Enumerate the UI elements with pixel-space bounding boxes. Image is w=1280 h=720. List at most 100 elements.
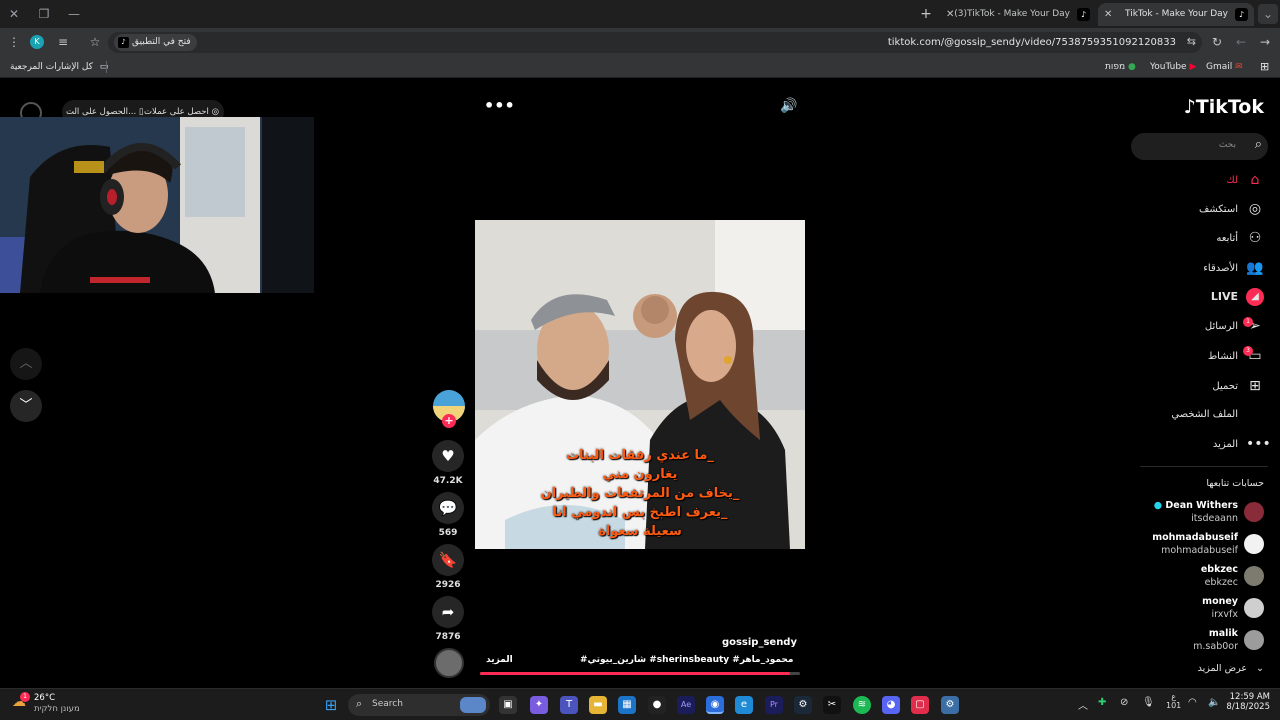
speaker-icon[interactable]: 🔈 xyxy=(1208,697,1220,708)
open-in-app-chip[interactable]: ♪ فتح في التطبيق xyxy=(114,34,197,51)
account-avatar xyxy=(1244,598,1264,618)
upload-icon: ⊞ xyxy=(1249,378,1261,394)
following-account-2[interactable]: mohmadabuseif mohmadabuseif xyxy=(1104,530,1264,560)
bookmark-gmail[interactable]: Gmail ✉ xyxy=(1206,59,1243,75)
file-explorer-icon[interactable]: ▬ xyxy=(589,696,607,714)
friends-icon: 👥 xyxy=(1246,260,1264,276)
taskbar-search-box[interactable]: ⌕ Search xyxy=(348,694,490,716)
youtube-icon: ▶ xyxy=(1189,62,1197,72)
address-bar[interactable]: ♪ فتح في التطبيق tiktok.com/@gossip_send… xyxy=(108,32,1202,53)
forward-icon[interactable]: ← xyxy=(1232,33,1250,51)
bookmark-maps[interactable]: מפות ● xyxy=(1105,59,1136,75)
microphone-icon[interactable]: 🎙 xyxy=(1142,697,1155,708)
premiere-icon[interactable]: Pr xyxy=(765,696,783,714)
github-icon[interactable]: ● xyxy=(648,696,666,714)
video-progress-track[interactable] xyxy=(480,672,800,675)
previous-video-button[interactable]: ︿ xyxy=(10,348,42,380)
store-icon[interactable]: ▦ xyxy=(618,696,636,714)
reading-list-icon[interactable]: ≡ xyxy=(54,33,72,51)
windows-start-icon[interactable]: ⊞ xyxy=(322,696,340,714)
spotify-icon[interactable]: ≋ xyxy=(853,696,871,714)
like-count: 47.2K xyxy=(433,476,463,486)
following-account-4[interactable]: money irxvfx xyxy=(1104,594,1264,624)
comment-action[interactable]: 💬 569 xyxy=(432,492,464,538)
sound-disc-icon[interactable] xyxy=(434,648,464,678)
following-account-5[interactable]: malik m.sab0or xyxy=(1104,626,1264,656)
copilot-icon[interactable]: ✦ xyxy=(530,696,548,714)
profile-avatar[interactable]: K xyxy=(30,35,44,49)
following-account-1[interactable]: ● Dean Withers itsdeaann xyxy=(1104,498,1264,528)
settings-gear-icon[interactable]: ⚙ xyxy=(941,696,959,714)
share-icon[interactable]: ➦ xyxy=(432,596,464,628)
language-indicator[interactable]: ع 101 xyxy=(1166,692,1181,710)
reload-icon[interactable]: ↻ xyxy=(1208,33,1226,51)
heart-icon[interactable]: ♥ xyxy=(432,440,464,472)
close-tab-icon[interactable]: ✕ xyxy=(1104,3,1112,26)
tab-tiktok-2[interactable]: ✕ TikTok - Make Your Day ♪ xyxy=(1098,3,1254,26)
video-author-name[interactable]: gossip_sendy xyxy=(560,637,797,648)
volume-icon[interactable]: 🔊 xyxy=(780,98,797,114)
nav-messages[interactable]: الرسائل ➢ xyxy=(1205,314,1264,338)
bookmark-action[interactable]: 🔖 2926 xyxy=(432,544,464,590)
search-icon[interactable]: ⌕ xyxy=(1255,137,1262,152)
tiktok-favicon-icon: ♪ xyxy=(118,37,129,48)
share-count: 7876 xyxy=(435,632,461,642)
tray-overflow-icon[interactable]: ︿ xyxy=(1078,697,1088,712)
task-view-icon[interactable]: ▣ xyxy=(499,696,517,714)
discord-icon[interactable]: ◕ xyxy=(882,696,900,714)
next-video-button[interactable]: ﹀ xyxy=(10,390,42,422)
menu-dots-icon[interactable]: ⋮ xyxy=(5,33,23,51)
steam-icon[interactable]: ⚙ xyxy=(794,696,812,714)
see-more-link[interactable]: المزيد xyxy=(486,655,513,665)
tray-network-icon[interactable]: ⊘ xyxy=(1120,697,1128,708)
weather-description[interactable]: מעונן חלקית xyxy=(34,704,80,714)
capcut-icon[interactable]: ✂ xyxy=(823,696,841,714)
url-text[interactable]: tiktok.com/@gossip_sendy/video/753875935… xyxy=(888,32,1176,53)
maps-pin-icon: ● xyxy=(1127,62,1136,72)
show-more-link[interactable]: عرض المزيد ⌄ xyxy=(1198,663,1264,674)
close-window-icon[interactable]: ✕ xyxy=(4,4,24,24)
nav-more[interactable]: المزيد ••• xyxy=(1213,432,1271,456)
nav-friends[interactable]: الأصدقاء 👥 xyxy=(1203,256,1264,280)
like-action[interactable]: ♥ 47.2K xyxy=(432,440,464,486)
share-action[interactable]: ➦ 7876 xyxy=(432,596,464,642)
nav-upload[interactable]: تحميل ⊞ xyxy=(1212,374,1264,398)
bookmark-youtube[interactable]: YouTube ▶ xyxy=(1150,59,1196,75)
bookmarks-bar: كل الإشارات المرجعية ▭ מפות ● YouTube ▶ … xyxy=(0,56,1280,78)
nav-live[interactable]: LIVE ◢ xyxy=(1211,285,1264,309)
new-tab-icon[interactable]: + xyxy=(916,4,936,24)
nav-activity[interactable]: النشاط ▭ xyxy=(1208,344,1264,368)
apps-grid-icon[interactable]: ⊞ xyxy=(1260,59,1269,75)
edge-icon[interactable]: e xyxy=(735,696,753,714)
search-input[interactable]: بحث ⌕ xyxy=(1131,133,1268,160)
nav-profile[interactable]: الملف الشخصي xyxy=(1171,403,1264,427)
back-icon[interactable]: → xyxy=(1256,33,1274,51)
nav-for-you[interactable]: لك ⌂ xyxy=(1227,168,1264,192)
minimize-window-icon[interactable]: — xyxy=(64,4,84,24)
comment-icon[interactable]: 💬 xyxy=(432,492,464,524)
tiktok-logo[interactable]: ♪TikTok xyxy=(1184,96,1264,118)
tab-tiktok-1[interactable]: ✕ (3)TikTok - Make Your Day ♪ xyxy=(940,3,1096,26)
close-tab-icon[interactable]: ✕ xyxy=(946,3,954,26)
after-effects-icon[interactable]: Ae xyxy=(677,696,695,714)
restore-window-icon[interactable]: ❐ xyxy=(34,4,54,24)
all-bookmarks-folder[interactable]: كل الإشارات المرجعية ▭ xyxy=(10,59,108,75)
weather-temp[interactable]: 26°C xyxy=(34,693,55,703)
bookmark-star-icon[interactable]: ☆ xyxy=(86,33,104,51)
nav-following[interactable]: أتابعه ⚇ xyxy=(1216,226,1264,250)
video-hashtags[interactable]: #شارين_بيوتي #sherinsbeauty #محمود_ماهر … xyxy=(580,655,797,665)
follow-plus-button[interactable]: + xyxy=(442,414,456,428)
tray-app-icon[interactable]: ✚ xyxy=(1098,697,1106,708)
bookmark-icon[interactable]: 🔖 xyxy=(432,544,464,576)
teams-icon[interactable]: T xyxy=(560,696,578,714)
wifi-icon[interactable]: ◠ xyxy=(1188,697,1197,708)
clock[interactable]: 12:59 AM 8/18/2025 xyxy=(1226,692,1270,712)
site-settings-icon[interactable]: ⇆ xyxy=(1187,35,1196,48)
video-player[interactable]: _ما عندي رفقات البنات يغارون مني _يخاف م… xyxy=(475,220,805,549)
chrome-icon[interactable]: ◉ xyxy=(706,696,724,714)
nav-explore[interactable]: استكشف ◎ xyxy=(1199,197,1264,221)
tab-search-icon[interactable]: ⌄ xyxy=(1258,4,1278,24)
following-account-3[interactable]: ebkzec ebkzec xyxy=(1104,562,1264,592)
app-red-icon[interactable]: ▢ xyxy=(911,696,929,714)
video-options-icon[interactable]: ••• xyxy=(484,96,515,115)
